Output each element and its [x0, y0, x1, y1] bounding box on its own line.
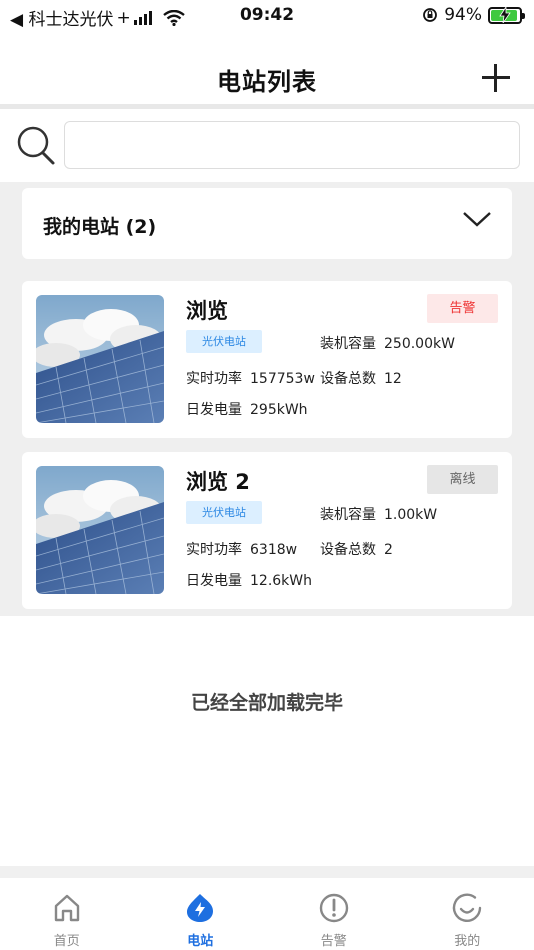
station-card[interactable]: 浏览 2 离线 光伏电站 装机容量 1.00kW 实时功率 6318w 设备总数 2 … [22, 452, 512, 609]
status-badge: 告警 [427, 294, 498, 323]
battery-icon [488, 6, 525, 24]
power-field: 实时功率 157753w [186, 368, 315, 388]
tab-alarm-label: 告警 [320, 934, 347, 949]
station-group-title: 我的电站 (2) [43, 216, 157, 238]
search-input[interactable] [64, 121, 520, 169]
energy-value: 12.6kWh [250, 573, 312, 589]
power-value: 157753w [250, 371, 315, 387]
power-label: 实时功率 [186, 371, 242, 387]
orientation-lock-icon [423, 8, 438, 22]
page-title: 电站列表 [217, 68, 317, 96]
tab-station-label: 电站 [187, 934, 214, 949]
bottom-tab-bar: 首页 电站 告警 我的 [0, 878, 534, 950]
add-station-button[interactable] [482, 64, 510, 92]
capacity-label: 装机容量 [320, 336, 376, 352]
station-name: 浏览 2 [186, 470, 250, 494]
station-card[interactable]: 浏览 告警 光伏电站 装机容量 250.00kW 实时功率 157753w 设备总数… [22, 281, 512, 438]
status-badge: 离线 [427, 465, 498, 494]
station-group-header[interactable]: 我的电站 (2) [22, 188, 512, 259]
tab-home-label: 首页 [53, 934, 80, 949]
tab-alarm[interactable]: 告警 [267, 878, 401, 950]
station-bolt-icon [187, 894, 214, 922]
station-type-tag: 光伏电站 [186, 330, 262, 353]
energy-label: 日发电量 [186, 402, 242, 418]
station-name: 浏览 [186, 299, 228, 323]
status-right: 94% [422, 5, 525, 25]
battery-percent: 94% [444, 5, 482, 25]
power-value: 6318w [250, 542, 298, 558]
devices-field: 设备总数 12 [320, 368, 402, 388]
page-header: 电站列表 [0, 52, 534, 106]
devices-label: 设备总数 [320, 371, 376, 387]
energy-value: 295kWh [250, 402, 308, 418]
tab-home[interactable]: 首页 [0, 878, 134, 950]
devices-label: 设备总数 [320, 542, 376, 558]
all-loaded-message: 已经全部加载完毕 [190, 692, 343, 714]
search-icon[interactable] [16, 125, 56, 167]
capacity-field: 装机容量 250.00kW [320, 333, 455, 353]
energy-field: 日发电量 12.6kWh [186, 570, 312, 590]
capacity-value: 1.00kW [384, 507, 438, 523]
alert-icon [319, 893, 348, 923]
devices-field: 设备总数 2 [320, 539, 393, 559]
search-bar [0, 109, 534, 182]
energy-field: 日发电量 295kWh [186, 399, 308, 419]
chevron-down-icon[interactable] [462, 210, 492, 228]
home-icon [54, 894, 79, 922]
station-type-tag: 光伏电站 [186, 501, 262, 524]
tab-station[interactable]: 电站 [134, 878, 268, 950]
station-thumbnail [36, 295, 164, 423]
tab-mine[interactable]: 我的 [401, 878, 534, 950]
charging-bolt-icon [499, 6, 511, 23]
power-label: 实时功率 [186, 542, 242, 558]
capacity-value: 250.00kW [384, 336, 455, 352]
capacity-label: 装机容量 [320, 507, 376, 523]
devices-value: 12 [384, 371, 402, 387]
tabbar-divider [0, 866, 534, 878]
tab-mine-label: 我的 [454, 934, 481, 949]
capacity-field: 装机容量 1.00kW [320, 504, 437, 524]
profile-icon [453, 893, 482, 922]
devices-value: 2 [384, 542, 393, 558]
power-field: 实时功率 6318w [186, 539, 297, 559]
energy-label: 日发电量 [186, 573, 242, 589]
status-bar: ◀ 科士达光伏 + 09:42 94% [0, 0, 534, 32]
station-thumbnail [36, 466, 164, 594]
